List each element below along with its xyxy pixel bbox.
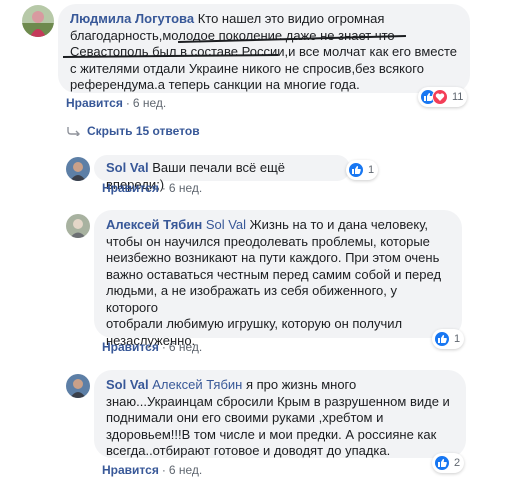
reactions-summary[interactable]: 2: [432, 453, 465, 473]
comment-text-line: Кто нашел это видио огромная: [197, 11, 385, 26]
comment-bubble-4: Sol Val Алексей Тябин я про жизнь много …: [94, 370, 466, 458]
like-reaction-icon: [348, 162, 364, 178]
reaction-count: 2: [454, 457, 461, 469]
avatar-sol-val[interactable]: [66, 157, 90, 181]
separator: ·: [161, 340, 166, 354]
comment-text-line: Севастополь был в составе России,и все м…: [70, 44, 458, 59]
hide-replies-link[interactable]: Скрыть 15 ответов: [67, 124, 200, 138]
reply-arrow-icon: [67, 127, 80, 136]
comment-text-line: с жителями отдали Украине никого не спро…: [70, 60, 424, 76]
like-link[interactable]: Нравится: [102, 181, 159, 195]
comment-text-line: отобрали любимую игрушку, которую он пол…: [106, 316, 403, 331]
comment-text-line: поднимали они его своими руками ,хребтом…: [106, 410, 384, 425]
reaction-count: 1: [368, 164, 375, 176]
comment-bubble-2: Sol Val Ваши печали всё ещё впереди;): [94, 155, 350, 192]
mention-link[interactable]: Алексей Тябин: [152, 377, 242, 392]
comment-meta: Нравится · 6 нед.: [102, 463, 202, 477]
comment-meta: Нравится · 6 нед.: [66, 96, 166, 110]
comment-bubble-1: Людмила Логутова Кто нашел это видио огр…: [58, 4, 470, 93]
like-link[interactable]: Нравится: [102, 463, 159, 477]
avatar-sol-val[interactable]: [66, 374, 90, 398]
comment-text-line: знаю...Украинцам сбросили Крым в разруше…: [106, 393, 450, 409]
comment-author[interactable]: Sol Val: [106, 377, 149, 392]
timestamp[interactable]: 6 нед.: [169, 463, 202, 477]
comment-text-line: я про жизнь много: [245, 377, 357, 392]
reactions-summary[interactable]: 11: [418, 87, 468, 107]
reactions-summary[interactable]: 1: [346, 160, 379, 180]
separator: ·: [161, 181, 166, 195]
comment-text-line: чтобы он научился преодолевать проблемы,…: [106, 233, 430, 249]
reaction-count: 1: [454, 333, 461, 345]
love-reaction-icon: [432, 89, 448, 105]
mention-link[interactable]: Sol Val: [206, 217, 246, 232]
comment-author[interactable]: Sol Val: [106, 160, 149, 175]
separator: ·: [125, 96, 130, 110]
reactions-summary[interactable]: 1: [432, 329, 465, 349]
timestamp[interactable]: 6 нед.: [169, 181, 202, 195]
comment-bubble-3: Алексей Тябин Sol Val Жизнь на то и дана…: [94, 210, 462, 348]
like-reaction-icon: [434, 455, 450, 471]
like-link[interactable]: Нравится: [102, 340, 159, 354]
comment-author[interactable]: Людмила Логутова: [70, 11, 194, 26]
reaction-count: 11: [452, 91, 464, 103]
like-link[interactable]: Нравится: [66, 96, 123, 110]
like-reaction-icon: [434, 331, 450, 347]
timestamp[interactable]: 6 нед.: [169, 340, 202, 354]
avatar-lyudmila[interactable]: [22, 5, 54, 37]
comment-text-line: референдума.а теперь санкции на многие г…: [70, 77, 360, 92]
separator: ·: [161, 463, 166, 477]
comment-meta: Нравится · 6 нед.: [102, 340, 202, 354]
comment-text-line: людьми, а не изображать из себя обиженно…: [106, 283, 397, 315]
comment-text-line: здоровьем!!!В том числе и мои предки. А …: [106, 426, 437, 442]
comment-text-line: всегда..отбирают готовое и доводят до уп…: [106, 443, 391, 458]
timestamp[interactable]: 6 нед.: [133, 96, 166, 110]
comment-text-line: Жизнь на то и дана человеку,: [249, 217, 429, 232]
hide-replies-label[interactable]: Скрыть 15 ответов: [87, 124, 200, 138]
comment-text-line: важно оставаться честным перед самим соб…: [106, 266, 442, 282]
comment-author[interactable]: Алексей Тябин: [106, 217, 202, 232]
avatar-aleksey[interactable]: [66, 214, 90, 238]
comment-text-line: неизбежно возникают на пути каждого. При…: [106, 250, 440, 265]
comment-meta: Нравится · 6 нед.: [102, 181, 202, 195]
